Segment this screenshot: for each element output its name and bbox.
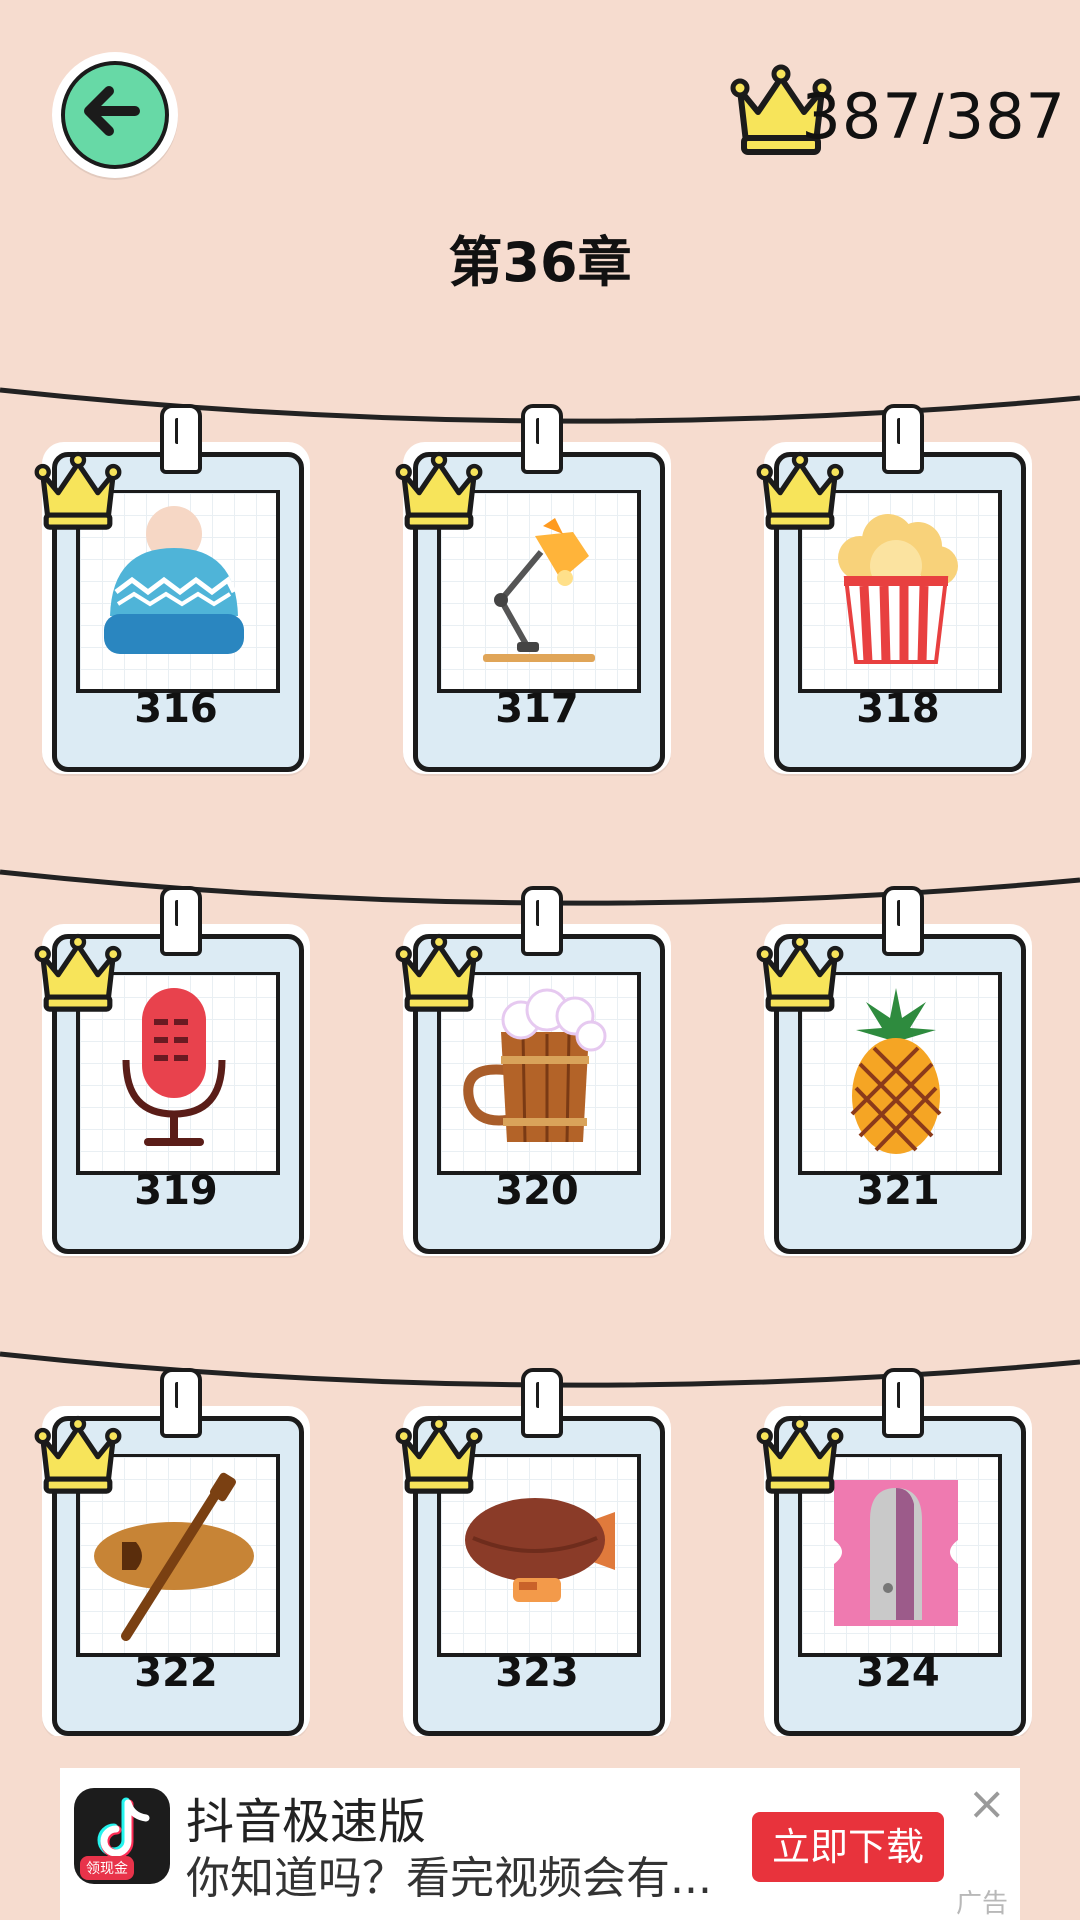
clothespin [160,404,202,474]
level-card-321[interactable]: 321 [756,886,1032,1256]
level-number: 324 [856,1650,940,1696]
crown-badge-icon [34,933,122,1012]
level-card-320[interactable]: 320 [395,886,671,1256]
clothespin [521,1368,563,1438]
level-number: 318 [856,686,940,732]
level-card-316[interactable]: 316 [34,404,310,774]
level-number: 316 [134,686,218,732]
download-button[interactable]: 立即下载 [752,1812,944,1882]
close-icon[interactable]: × [967,1780,1006,1826]
ad-label: 广告 [955,1889,1008,1919]
level-number: 323 [495,1650,579,1696]
crown-badge-icon [756,451,844,530]
level-number: 321 [856,1168,940,1214]
crown-badge-icon [395,1415,483,1494]
clothespin [160,1368,202,1438]
ad-banner[interactable]: 领现金 抖音极速版 你知道吗？看完视频会有... 立即下载 × 广告 [60,1768,1020,1920]
level-card-319[interactable]: 319 [34,886,310,1256]
clothespin [160,886,202,956]
level-card-323[interactable]: 323 [395,1368,671,1736]
level-number: 317 [495,686,579,732]
clothespin [521,404,563,474]
level-card-324[interactable]: 324 [756,1368,1032,1736]
level-card-317[interactable]: 317 [395,404,671,774]
clothespin [882,404,924,474]
crown-badge-icon [395,451,483,530]
crown-badge-icon [34,1415,122,1494]
clothespin [882,1368,924,1438]
clothespin [882,886,924,956]
level-card-322[interactable]: 322 [34,1368,310,1736]
level-card-318[interactable]: 318 [756,404,1032,774]
crown-badge-icon [395,933,483,1012]
level-grid: 316 317 318 319 320 321 322 323 324 [0,0,1080,1736]
crown-badge-icon [756,1415,844,1494]
ad-description: 你知道吗？看完视频会有... [186,1853,712,1904]
crown-badge-icon [756,933,844,1012]
clothespin [521,886,563,956]
level-number: 322 [134,1650,218,1696]
logo-tag: 领现金 [80,1856,134,1880]
app-logo: 领现金 [74,1788,170,1884]
crown-badge-icon [34,451,122,530]
level-number: 320 [495,1168,579,1214]
level-number: 319 [134,1168,218,1214]
